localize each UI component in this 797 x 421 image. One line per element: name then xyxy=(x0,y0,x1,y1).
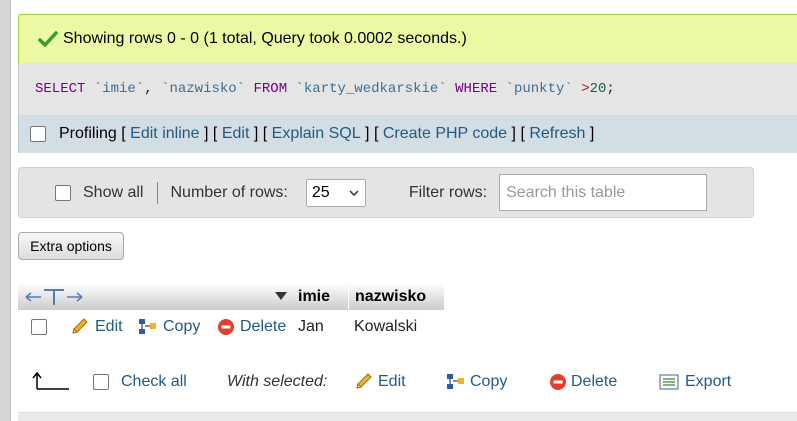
cell-imie: Jan xyxy=(298,318,324,335)
profiling-label: Profiling xyxy=(59,125,117,142)
bottom-panel-edge xyxy=(18,412,797,421)
show-all-label: Show all xyxy=(83,183,144,201)
bulk-export-button[interactable]: Export xyxy=(659,373,731,391)
sql-semicolon: ; xyxy=(606,81,615,97)
edit-link[interactable]: Edit xyxy=(222,125,250,143)
pencil-icon xyxy=(72,318,88,334)
copy-icon xyxy=(139,319,156,334)
number-of-rows-label: Number of rows: xyxy=(170,183,288,201)
sql-keyword: SELECT xyxy=(35,81,86,97)
explain-sql-link[interactable]: Explain SQL xyxy=(272,125,361,143)
sql-column: `punkty` xyxy=(505,81,573,97)
show-all-checkbox[interactable] xyxy=(55,184,71,201)
number-of-rows-value: 25 xyxy=(311,183,330,201)
sql-operator: > xyxy=(581,81,590,97)
table-navigation-bar: Show all Number of rows: 25 Filter rows: xyxy=(18,167,754,218)
column-resize-arrows-icon[interactable] xyxy=(24,288,86,306)
table-header: imie nazwisko xyxy=(18,283,444,310)
delete-icon xyxy=(550,374,566,390)
bulk-copy-button[interactable]: Copy xyxy=(446,373,507,391)
column-header-nazwisko[interactable]: nazwisko xyxy=(348,283,444,310)
refresh-link[interactable]: Refresh xyxy=(529,125,585,143)
sql-query: SELECT `imie`, `nazwisko` FROM `karty_we… xyxy=(18,63,797,115)
create-php-code-link[interactable]: Create PHP code xyxy=(383,125,507,143)
check-all-checkbox[interactable] xyxy=(93,374,109,390)
query-links-bar: Profiling [ Edit inline ] [ Edit ] [ Exp… xyxy=(18,115,797,153)
delete-icon xyxy=(218,319,234,335)
column-header-imie[interactable]: imie xyxy=(298,283,348,310)
check-all-control[interactable]: Check all xyxy=(93,373,187,391)
sql-column: `nazwisko` xyxy=(161,81,246,97)
sql-keyword: FROM xyxy=(253,81,288,97)
sql-table: `karty_wedkarskie` xyxy=(295,81,447,97)
bulk-actions-bar: Check all With selected: Edit Copy Delet… xyxy=(18,365,797,401)
filter-rows-input[interactable] xyxy=(499,174,708,211)
pencil-icon xyxy=(356,373,372,389)
row-checkbox[interactable] xyxy=(31,319,47,335)
check-all-label[interactable]: Check all xyxy=(121,373,187,391)
success-message: Showing rows 0 - 0 (1 total, Query took … xyxy=(18,14,797,64)
table-row: Edit Copy Delete Jan Kowalski xyxy=(18,313,444,343)
copy-icon xyxy=(447,374,464,389)
export-icon xyxy=(659,374,679,390)
edit-inline-link[interactable]: Edit inline xyxy=(130,125,199,143)
extra-options-button[interactable]: Extra options xyxy=(18,232,124,260)
sort-down-icon[interactable] xyxy=(274,291,288,301)
checkmark-icon xyxy=(38,31,58,47)
profiling-checkbox[interactable] xyxy=(30,126,46,142)
number-of-rows-select[interactable]: 25 xyxy=(305,178,366,207)
left-divider xyxy=(0,0,11,421)
row-edit-button[interactable]: Edit xyxy=(70,318,123,336)
row-delete-button[interactable]: Delete xyxy=(217,318,286,336)
row-copy-button[interactable]: Copy xyxy=(138,318,200,336)
sql-comma: , xyxy=(144,81,153,97)
chevron-down-icon xyxy=(349,189,359,196)
arrow-up-left-icon xyxy=(32,371,69,390)
bulk-delete-button[interactable]: Delete xyxy=(549,373,617,391)
cell-nazwisko: Kowalski xyxy=(354,318,418,335)
sql-keyword: WHERE xyxy=(455,81,498,97)
filter-rows-label: Filter rows: xyxy=(408,183,488,201)
sql-number: 20 xyxy=(589,81,607,97)
success-text: Showing rows 0 - 0 (1 total, Query took … xyxy=(63,30,467,47)
divider xyxy=(157,181,159,204)
with-selected-label: With selected: xyxy=(227,373,328,390)
sql-column: `imie` xyxy=(93,81,145,97)
bulk-edit-button[interactable]: Edit xyxy=(354,373,406,391)
